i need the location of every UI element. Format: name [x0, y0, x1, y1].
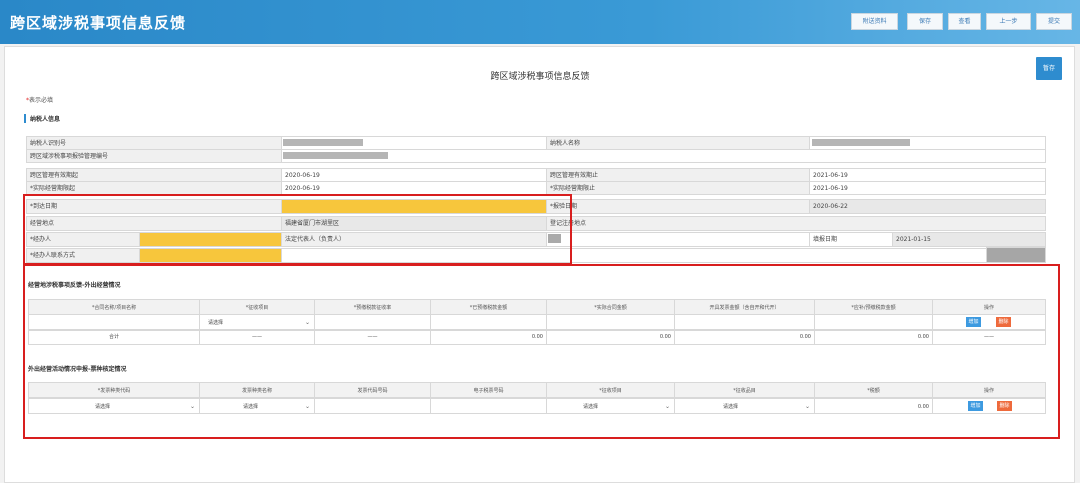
- required-note-text: 表示必填: [29, 97, 54, 104]
- col-contract-amount: *实际合同金额: [546, 299, 675, 315]
- invoice-type-code-select-value: 请选择: [95, 404, 111, 410]
- col-operation: 操作: [932, 299, 1046, 315]
- col-levy-item-2: *征收项目: [546, 382, 675, 398]
- total-dash-2: ——: [314, 330, 431, 345]
- legal-representative-value: [546, 232, 810, 247]
- add-invoice-row-button[interactable]: 增加: [968, 401, 983, 411]
- cert-no-value: [281, 149, 1046, 163]
- delete-invoice-row-button[interactable]: 删除: [997, 401, 1012, 411]
- col-tax-due: *应补/预缴税款金额: [814, 299, 933, 315]
- leave-date-label: *报验日期: [546, 199, 810, 214]
- levy-item-select-2[interactable]: 请选择 ⌄: [546, 398, 675, 414]
- total-tax-due: 0.00: [814, 330, 933, 345]
- prepay-rate-input[interactable]: [314, 314, 431, 330]
- col-prepaid-amount: *已预缴税款金额: [430, 299, 547, 315]
- col-contract-name: *合同名称/项目名称: [28, 299, 200, 315]
- chevron-down-icon: ⌄: [304, 319, 310, 326]
- col-invoice-amount: 开具发票金额（含自开和代开）: [674, 299, 815, 315]
- business-section-title: 经营地涉税事项反馈-外出经营情况: [28, 282, 121, 289]
- cert-no-label: 跨区域涉税事项报验管理编号: [26, 149, 282, 163]
- e-ticket-no-input[interactable]: [430, 398, 547, 414]
- total-label: 合计: [28, 330, 200, 345]
- actual-to-label: *实际经营期限止: [546, 181, 810, 195]
- app-title: 跨区域涉税事项信息反馈: [10, 14, 187, 32]
- actual-to-value[interactable]: 2021-06-19: [809, 181, 1046, 195]
- fill-date-label: 填报日期: [809, 232, 893, 247]
- col-operation-2: 操作: [932, 382, 1046, 398]
- invoice-section-title: 外出经营活动情况申报-票种核定情况: [28, 366, 127, 373]
- invoice-type-code-select[interactable]: 请选择 ⌄: [28, 398, 200, 414]
- col-e-ticket-no: 电子税票号码: [430, 382, 547, 398]
- total-prepaid: 0.00: [430, 330, 547, 345]
- levy-category-select[interactable]: 请选择 ⌄: [674, 398, 815, 414]
- attach-materials-button[interactable]: 附送资料: [851, 13, 898, 30]
- invoice-type-name-select[interactable]: 请选择 ⌄: [199, 398, 315, 414]
- actual-from-value[interactable]: 2020-06-19: [281, 181, 547, 195]
- col-tax-amount: *税额: [814, 382, 933, 398]
- prepaid-amount-input[interactable]: [430, 314, 547, 330]
- invoice-row-operations: [932, 398, 1046, 414]
- contract-name-input[interactable]: [28, 314, 200, 330]
- chevron-down-icon: ⌄: [189, 403, 195, 410]
- levy-category-select-value: 请选择: [723, 404, 739, 410]
- tax-amount-input[interactable]: 0.00: [814, 398, 933, 414]
- col-levy-item: *征收项目: [199, 299, 315, 315]
- col-levy-category: *征收品目: [674, 382, 815, 398]
- valid-to-value: 2021-06-19: [809, 168, 1046, 182]
- levy-item-select-value: 请选择: [208, 320, 224, 326]
- view-button[interactable]: 查看: [948, 13, 981, 30]
- valid-from-value: 2020-06-19: [281, 168, 547, 182]
- total-contract: 0.00: [546, 330, 675, 345]
- col-prepay-rate: *预缴税款征收率: [314, 299, 431, 315]
- contract-amount-input[interactable]: [546, 314, 675, 330]
- required-note: *表示必填: [26, 95, 53, 104]
- highlight-box-1: [23, 194, 572, 265]
- blank-gray-cell: [986, 247, 1046, 263]
- levy-item-select-2-value: 请选择: [583, 404, 599, 410]
- taxpayer-section-title: 纳税人信息: [24, 114, 60, 123]
- total-invoice: 0.00: [674, 330, 815, 345]
- valid-to-label: 跨区管理有效期止: [546, 168, 810, 182]
- taxpayer-name-label: 纳税人名称: [546, 136, 810, 150]
- cert-no-redacted: [283, 152, 388, 159]
- chevron-down-icon: ⌄: [804, 403, 810, 410]
- registration-address-label: 登记注册地点: [546, 216, 1046, 231]
- col-invoice-type-code: *发票种类代码: [28, 382, 200, 398]
- valid-from-label: 跨区管理有效期起: [26, 168, 282, 182]
- total-dash-3: ——: [932, 330, 1046, 345]
- invoice-type-name-select-value: 请选择: [243, 404, 259, 410]
- taxpayer-id-label: 纳税人识别号: [26, 136, 282, 150]
- delete-row-button[interactable]: 删除: [996, 317, 1011, 327]
- leave-date-value: 2020-06-22: [809, 199, 1046, 214]
- fill-date-value: 2021-01-15: [892, 232, 1046, 247]
- levy-item-select[interactable]: 请选择 ⌄: [199, 314, 315, 330]
- col-invoice-type-name: 发票种类名称: [199, 382, 315, 398]
- submit-button[interactable]: 提交: [1036, 13, 1072, 30]
- tax-due-input[interactable]: [814, 314, 933, 330]
- add-row-button[interactable]: 增加: [966, 317, 981, 327]
- invoice-code-input[interactable]: [314, 398, 431, 414]
- chevron-down-icon: ⌄: [664, 403, 670, 410]
- invoice-amount-input[interactable]: [674, 314, 815, 330]
- taxpayer-id-redacted: [283, 139, 363, 146]
- actual-from-label: *实际经营期限起: [26, 181, 282, 195]
- page-title: 跨区域涉税事项信息反馈: [490, 72, 590, 82]
- taxpayer-name-redacted: [812, 139, 910, 146]
- chevron-down-icon: ⌄: [304, 403, 310, 410]
- total-dash-1: ——: [199, 330, 315, 345]
- save-button[interactable]: 保存: [907, 13, 943, 30]
- previous-step-button[interactable]: 上一步: [986, 13, 1031, 30]
- col-invoice-code: 发票代码号码: [314, 382, 431, 398]
- row-operations: [932, 314, 1046, 330]
